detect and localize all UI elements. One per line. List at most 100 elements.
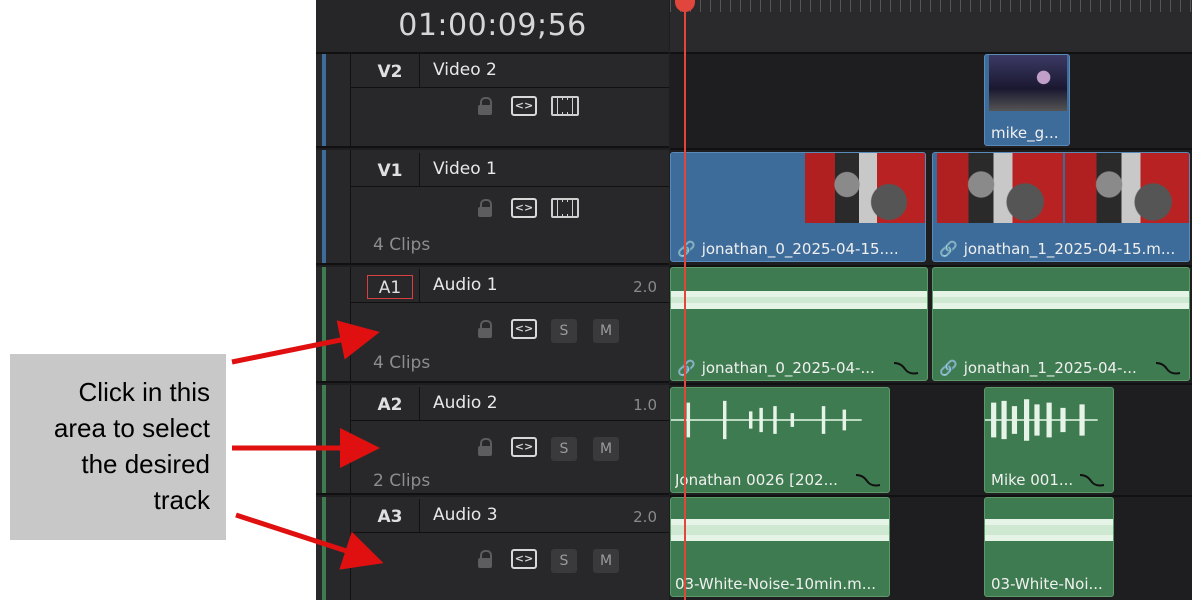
lock-icon[interactable] <box>475 437 495 459</box>
clip-label: 🔗 jonathan_0_2025-04-15.... <box>677 237 899 261</box>
track-header-v2[interactable]: V2 Video 2 <> <box>316 54 669 148</box>
video-toggle-icon[interactable] <box>551 96 579 116</box>
clip-label: 🔗 jonathan_1_2025-04-... <box>939 356 1137 380</box>
track-header-v1[interactable]: V1 Video 1 <> 4 Clips <box>316 150 669 265</box>
waveform <box>671 400 862 440</box>
link-icon: 🔗 <box>677 359 696 377</box>
callout-line: the desired <box>81 449 210 479</box>
lock-icon[interactable] <box>475 198 495 220</box>
lane-a2[interactable]: Jonathan 0026 [202... Mike 001... <box>670 385 1192 497</box>
clip-count: 4 Clips <box>373 235 431 255</box>
track-id: A3 <box>377 507 403 527</box>
track-header-a3[interactable]: A3 Audio 3 2.0 <> S M <box>316 497 669 600</box>
audio-clip[interactable]: 03-White-Noise-10min.m... <box>670 497 890 597</box>
callout-line: track <box>153 485 210 515</box>
audio-clip[interactable]: Jonathan 0026 [202... <box>670 387 890 493</box>
link-icon: 🔗 <box>939 240 958 258</box>
waveform <box>671 291 927 309</box>
lock-icon[interactable] <box>475 319 495 341</box>
link-icon: 🔗 <box>677 240 696 258</box>
audio-clip[interactable]: 🔗 jonathan_0_2025-04-... <box>670 267 928 381</box>
track-id: V1 <box>377 161 403 181</box>
track-name[interactable]: Audio 2 <box>433 391 498 415</box>
fade-curve-icon[interactable] <box>893 360 919 376</box>
solo-button[interactable]: S <box>551 437 577 461</box>
waveform <box>671 519 889 541</box>
lane-v1[interactable]: 🔗 jonathan_0_2025-04-15.... 🔗 jonathan_1_2… <box>670 150 1192 267</box>
fade-curve-icon[interactable] <box>855 472 881 488</box>
audio-clip[interactable]: Mike 001... <box>984 387 1114 493</box>
clip-label: 🔗 jonathan_1_2025-04-15.m... <box>939 237 1175 261</box>
instruction-callout: Click in this area to select the desired… <box>10 354 226 540</box>
ruler-ticks <box>670 0 1192 12</box>
lock-icon[interactable] <box>475 549 495 571</box>
lane-a3[interactable]: 03-White-Noise-10min.m... 03-White-Noi..… <box>670 497 1192 600</box>
video-clip[interactable]: 🔗 jonathan_0_2025-04-15.... <box>670 152 926 262</box>
clip-label-text: jonathan_1_2025-04-... <box>963 359 1137 377</box>
timecode-display: 01:00:09;56 <box>398 8 587 43</box>
fade-curve-icon[interactable] <box>1155 360 1181 376</box>
video-clip[interactable]: mike_g... <box>984 54 1070 146</box>
link-icon: 🔗 <box>939 359 958 377</box>
track-color-strip <box>322 54 326 146</box>
track-header-a2[interactable]: A2 Audio 2 1.0 <> S M 2 Clips <box>316 385 669 495</box>
clip-label: 🔗 jonathan_0_2025-04-... <box>677 356 875 380</box>
lane-v2[interactable]: mike_g... <box>670 54 1192 150</box>
timecode-header: 01:00:09;56 <box>316 0 669 54</box>
video-toggle-icon[interactable] <box>551 198 579 218</box>
waveform <box>985 519 1113 541</box>
track-id: A2 <box>377 395 403 415</box>
track-color-strip <box>322 385 326 493</box>
clip-label-text: jonathan_0_2025-04-15.... <box>701 240 899 258</box>
track-name[interactable]: Video 1 <box>433 157 497 181</box>
clip-label-text: jonathan_0_2025-04-... <box>701 359 875 377</box>
mute-button[interactable]: M <box>593 437 619 461</box>
fade-curve-icon[interactable] <box>1079 472 1105 488</box>
audio-clip[interactable]: 03-White-Noi... <box>984 497 1114 597</box>
solo-button[interactable]: S <box>551 549 577 573</box>
lane-a1[interactable]: 🔗 jonathan_0_2025-04-... 🔗 jonathan_1_2025… <box>670 267 1192 385</box>
clip-label: 03-White-Noise-10min.m... <box>675 575 876 593</box>
audio-clip[interactable]: 🔗 jonathan_1_2025-04-... <box>932 267 1190 381</box>
clip-thumbnail <box>989 55 1067 111</box>
video-clip[interactable]: 🔗 jonathan_1_2025-04-15.m... <box>932 152 1190 262</box>
clip-count: 2 Clips <box>373 471 431 491</box>
clip-label: mike_g... <box>991 124 1059 142</box>
waveform <box>985 399 1098 441</box>
clip-thumbnail <box>805 153 925 223</box>
auto-select-icon[interactable]: <> <box>511 319 537 339</box>
track-color-strip <box>322 267 326 381</box>
solo-button[interactable]: S <box>551 319 577 343</box>
track-name[interactable]: Video 2 <box>433 58 497 82</box>
track-id[interactable]: A1 <box>367 275 413 299</box>
track-name[interactable]: Audio 1 <box>433 273 498 297</box>
timeline-editor: 01:00:09;56 V2 Video 2 <> V1 Video 1 <> <box>316 0 1192 600</box>
callout-line: area to select <box>53 413 210 443</box>
auto-select-icon[interactable]: <> <box>511 549 537 569</box>
track-header-a1[interactable]: A1 Audio 1 2.0 <> S M 4 Clips <box>316 267 669 383</box>
clip-thumbnail <box>937 153 1063 223</box>
lock-icon[interactable] <box>475 96 495 118</box>
clip-thumbnail <box>1065 153 1189 223</box>
clip-label-text: jonathan_1_2025-04-15.m... <box>963 240 1176 258</box>
auto-select-icon[interactable]: <> <box>511 437 537 457</box>
track-id: V2 <box>377 62 403 82</box>
playhead-line[interactable] <box>684 0 686 600</box>
clip-label: Mike 001... <box>991 471 1074 489</box>
channel-format: 2.0 <box>633 278 657 296</box>
track-color-strip <box>322 497 326 600</box>
clip-label: 03-White-Noi... <box>991 575 1103 593</box>
mute-button[interactable]: M <box>593 549 619 573</box>
auto-select-icon[interactable]: <> <box>511 96 537 116</box>
timeline-ruler[interactable] <box>670 0 1192 54</box>
clip-count: 4 Clips <box>373 353 431 373</box>
track-name[interactable]: Audio 3 <box>433 503 498 527</box>
waveform <box>933 291 1189 309</box>
clip-label: Jonathan 0026 [202... <box>675 471 838 489</box>
channel-format: 1.0 <box>633 396 657 414</box>
mute-button[interactable]: M <box>593 319 619 343</box>
callout-line: Click in this <box>78 377 210 407</box>
auto-select-icon[interactable]: <> <box>511 198 537 218</box>
track-color-strip <box>322 150 326 263</box>
channel-format: 2.0 <box>633 508 657 526</box>
